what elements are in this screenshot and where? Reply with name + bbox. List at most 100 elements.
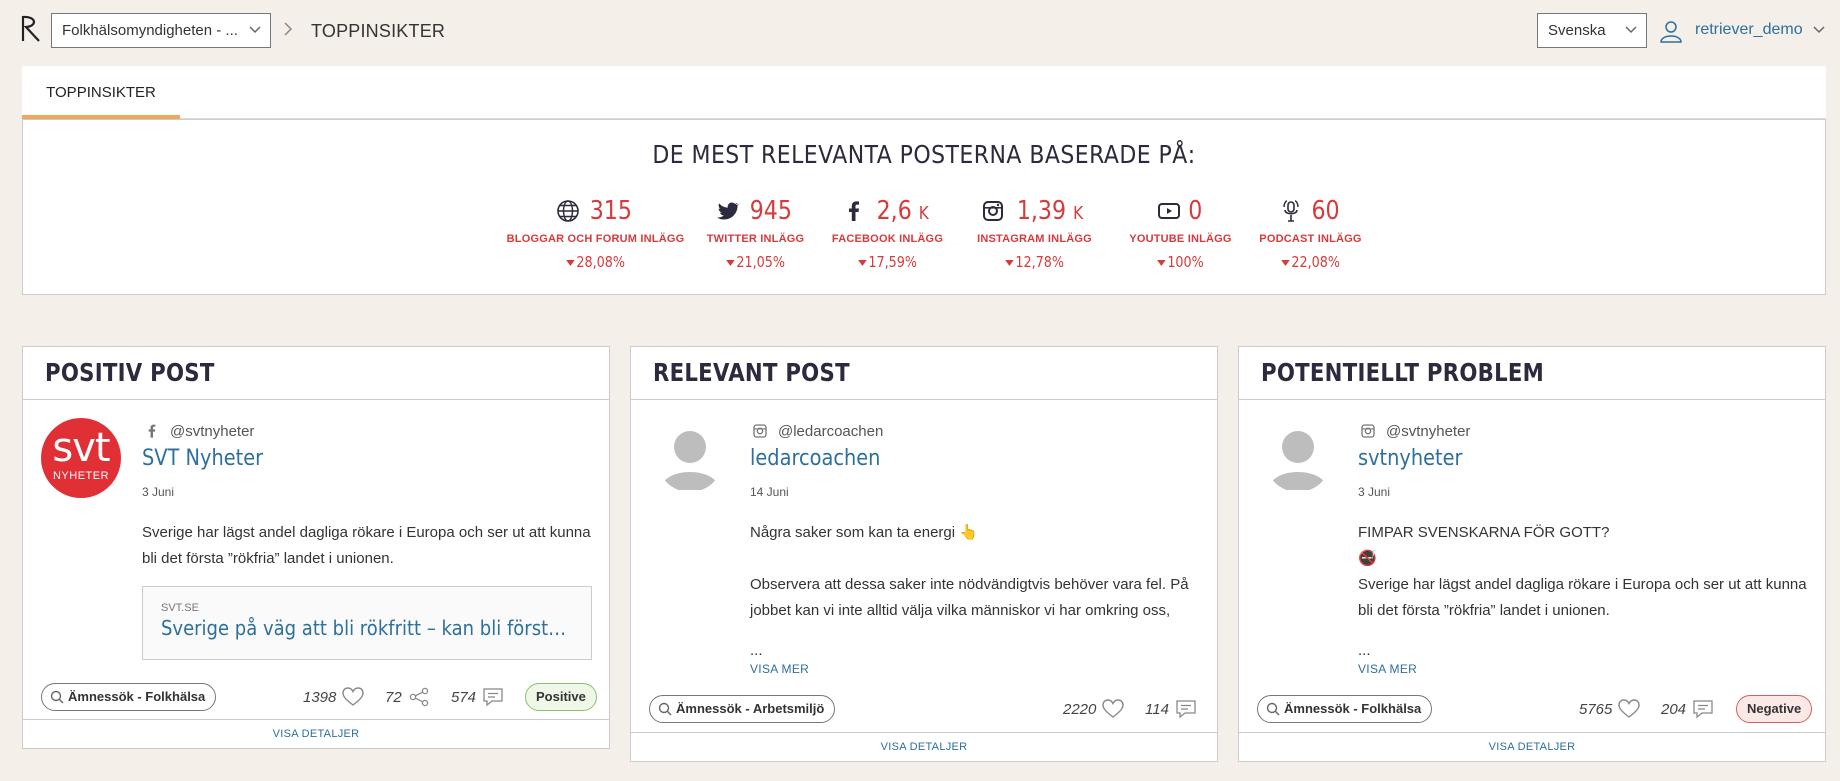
stat-instagram: 1,39 K INSTAGRAM INLÄGG 12,78% <box>967 196 1102 272</box>
down-triangle-icon <box>1281 259 1290 266</box>
user-icon[interactable] <box>1659 19 1683 43</box>
stat-change: 22,08% <box>1281 253 1340 271</box>
post-date: 3 Juni <box>1358 485 1391 499</box>
stat-value: 315 <box>589 196 632 226</box>
tab-bar: TOPPINSIKTER <box>22 66 1826 119</box>
instagram-icon <box>982 201 1003 221</box>
stat-label: INSTAGRAM INLÄGG <box>977 233 1092 245</box>
topic-tag[interactable]: Ämnessök - Folkhälsa <box>1257 695 1433 723</box>
topic-tag[interactable]: Ämnessök - Arbetsmiljö <box>649 695 836 723</box>
stat-change: 12,78% <box>1005 253 1064 271</box>
search-icon <box>1266 702 1280 716</box>
down-triangle-icon <box>858 259 867 266</box>
avatar[interactable] <box>657 426 723 492</box>
page-title: TOPPINSIKTER <box>311 21 446 41</box>
stat-change: 17,59% <box>858 253 917 271</box>
post-author-link[interactable]: svtnyheter <box>1358 446 1463 471</box>
stat-label: FACEBOOK INLÄGG <box>831 233 944 245</box>
heart-icon <box>1618 699 1641 718</box>
instagram-icon <box>1361 424 1375 438</box>
language-select[interactable]: Svenska <box>1537 13 1647 48</box>
card-footer: Ämnessök - Folkhälsa 1398 72 574 Positiv… <box>23 683 609 715</box>
chevron-right-icon <box>284 22 293 36</box>
retriever-logo[interactable] <box>20 14 42 42</box>
post-ellipsis: ... <box>750 642 763 659</box>
post-text-line: Observera att dessa saker inte nödvändig… <box>750 576 1189 619</box>
stat-value: 2,6 K <box>876 196 929 226</box>
post-ellipsis: ... <box>1358 642 1371 659</box>
view-details-button[interactable]: VISA DETALJER <box>631 732 1217 761</box>
comment-icon <box>483 688 503 707</box>
post-text: Sverige har lägst andel dagliga rökare i… <box>142 524 591 567</box>
card-title: RELEVANT POST <box>653 358 850 387</box>
organization-select[interactable]: Folkhälsomyndigheten - ... <box>51 13 271 48</box>
insights-title: DE MEST RELEVANTA POSTERNA BASERADE PÅ: <box>652 140 1196 169</box>
post-author-link[interactable]: ledarcoachen <box>750 446 880 471</box>
stat-facebook: 2,6 K FACEBOOK INLÄGG 17,59% <box>825 196 950 272</box>
user-menu[interactable]: retriever_demo <box>1695 21 1803 39</box>
stat-change: 21,05% <box>726 253 785 271</box>
down-triangle-icon <box>566 259 575 266</box>
stat-youtube: 0 YOUTUBE INLÄGG 100% <box>1118 196 1243 272</box>
topic-tag[interactable]: Ämnessök - Folkhälsa <box>41 683 217 711</box>
twitter-icon <box>716 202 740 220</box>
podcast-icon <box>1283 200 1299 222</box>
card-footer: Ämnessök - Folkhälsa 5765 204 Negative <box>1239 695 1825 727</box>
stat-podcast: 60 PODCAST INLÄGG 22,08% <box>1248 196 1373 272</box>
card-body: @ledarcoachen ledarcoachen 14 Juni Några… <box>631 400 1217 761</box>
tab-toppinsikter[interactable]: TOPPINSIKTER <box>22 66 180 119</box>
card-header: RELEVANT POST <box>631 347 1217 400</box>
post-author-link[interactable]: SVT Nyheter <box>142 446 263 471</box>
potential-problem-card: POTENTIELLT PROBLEM @svtnyheter svtnyhet… <box>1238 346 1826 762</box>
card-body: @svtnyheter svtnyheter 3 Juni FIMPAR SVE… <box>1239 400 1825 761</box>
topic-tag-label: Ämnessök - Folkhälsa <box>1284 701 1422 716</box>
down-triangle-icon <box>1157 259 1166 266</box>
avatar-logo-text: svt <box>52 425 110 471</box>
card-title: POSITIV POST <box>45 358 215 387</box>
comments-count: 204 <box>1661 700 1687 718</box>
facebook-icon <box>148 424 156 438</box>
stat-label: PODCAST INLÄGG <box>1259 233 1362 245</box>
comments-metric[interactable]: 574 <box>451 687 504 707</box>
avatar[interactable] <box>1265 426 1331 492</box>
show-more-link[interactable]: VISA MER <box>1358 662 1417 676</box>
likes-metric[interactable]: 5765 <box>1579 699 1641 719</box>
shares-metric[interactable]: 72 <box>385 687 430 707</box>
card-header: POSITIV POST <box>23 347 609 400</box>
stat-value: 945 <box>749 196 792 226</box>
stat-value: 60 <box>1311 196 1340 226</box>
link-preview[interactable]: SVT.SE Sverige på väg att bli rökfritt –… <box>142 586 592 660</box>
comments-count: 574 <box>451 688 477 706</box>
post-text: FIMPAR SVENSKARNA FÖR GOTT? 🚭 Sverige ha… <box>1358 520 1808 624</box>
link-preview-title[interactable]: Sverige på väg att bli rökfritt – kan bl… <box>161 616 575 640</box>
stat-value: 0 <box>1188 196 1203 226</box>
comments-metric[interactable]: 204 <box>1661 699 1714 719</box>
card-body: svt NYHETER @svtnyheter SVT Nyheter 3 Ju… <box>23 400 609 748</box>
likes-metric[interactable]: 1398 <box>303 687 365 707</box>
search-icon <box>50 690 64 704</box>
view-details-button[interactable]: VISA DETALJER <box>1239 732 1825 761</box>
stat-label: BLOGGAR OCH FORUM INLÄGG <box>506 233 685 245</box>
chevron-down-icon[interactable] <box>1812 23 1826 37</box>
instagram-icon <box>753 424 767 438</box>
likes-count: 2220 <box>1063 700 1097 718</box>
no-smoking-emoji: 🚭 <box>1358 550 1377 567</box>
comments-metric[interactable]: 114 <box>1145 699 1197 719</box>
post-text-line: Sverige har lägst andel dagliga rökare i… <box>1358 576 1807 619</box>
view-details-button[interactable]: VISA DETALJER <box>23 719 609 748</box>
stat-change: 28,08% <box>566 253 625 271</box>
likes-metric[interactable]: 2220 <box>1063 699 1125 719</box>
organization-select-value: Folkhälsomyndigheten - ... <box>62 22 238 39</box>
heart-icon <box>1102 699 1125 718</box>
insights-panel: DE MEST RELEVANTA POSTERNA BASERADE PÅ: … <box>22 119 1826 295</box>
show-more-link[interactable]: VISA MER <box>750 662 809 676</box>
post-handle: @ledarcoachen <box>778 423 884 440</box>
facebook-icon <box>848 201 859 221</box>
comment-icon <box>1176 700 1196 719</box>
post-text: Några saker som kan ta energi 👆 Observer… <box>750 520 1200 624</box>
post-date: 14 Juni <box>750 485 789 499</box>
card-header: POTENTIELLT PROBLEM <box>1239 347 1825 400</box>
card-title: POTENTIELLT PROBLEM <box>1261 358 1545 387</box>
avatar[interactable]: svt NYHETER <box>41 418 121 498</box>
search-icon <box>658 702 672 716</box>
